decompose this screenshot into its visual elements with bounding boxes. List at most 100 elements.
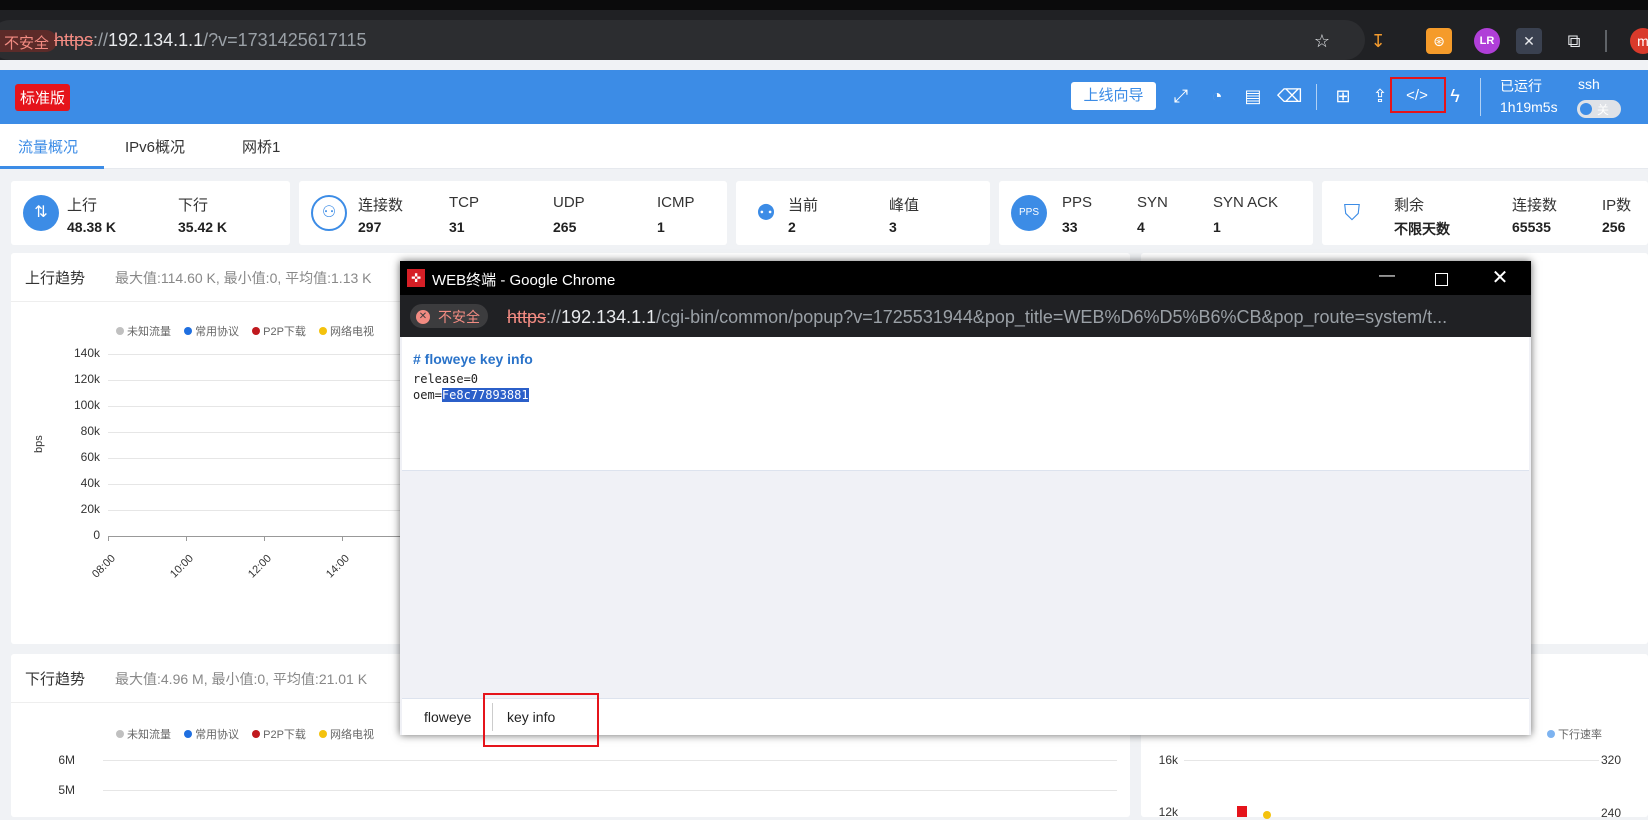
users-icon: ⚉ bbox=[756, 200, 776, 225]
upstream-stats: 最大值:114.60 K, 最小值:0, 平均值:1.13 K bbox=[115, 270, 372, 286]
users-card: ⚉ 当前 2 峰值 3 bbox=[736, 181, 990, 245]
browser-toolbar: 不安全 https://192.134.1.1/?v=1731425617115… bbox=[0, 0, 1648, 60]
y-tick-label: 5M bbox=[58, 783, 75, 797]
extensions-puzzle-icon[interactable]: ⧉ bbox=[1561, 28, 1587, 54]
x-tick bbox=[108, 536, 109, 541]
connections-value: 297 bbox=[358, 219, 382, 235]
tab-ipv6-overview[interactable]: IPv6概况 bbox=[125, 136, 185, 157]
legend-swatch bbox=[184, 730, 193, 738]
pps-value: 33 bbox=[1062, 219, 1078, 235]
close-icon[interactable]: ✕ bbox=[1488, 265, 1512, 289]
gridline bbox=[1184, 760, 1599, 761]
y-axis-label: bps bbox=[33, 435, 45, 453]
legend-item[interactable]: P2P下载 bbox=[263, 729, 306, 741]
y-tick-label: 40k bbox=[80, 476, 100, 490]
legend-swatch bbox=[184, 327, 193, 335]
udp-value: 265 bbox=[553, 219, 577, 235]
tab-strip bbox=[0, 0, 1648, 10]
web-terminal-popup: ✜ WEB终端 - Google Chrome — ✕ 不安全 ✕ https:… bbox=[400, 261, 1531, 747]
legend-item[interactable]: 常用协议 bbox=[195, 729, 239, 741]
down-label: 下行 bbox=[178, 197, 209, 214]
terminal-output[interactable]: # floweye key info release=0 oem=Fe8c778… bbox=[402, 337, 1529, 471]
y-tick-label: 320 bbox=[1600, 753, 1621, 767]
ip-count-value: 256 bbox=[1602, 219, 1626, 235]
book-icon[interactable]: ▤ bbox=[1241, 84, 1265, 108]
legend-swatch bbox=[318, 327, 327, 335]
legend-swatch bbox=[252, 730, 261, 738]
downstream-legend: 未知流量 常用协议 P2P下载 网络电视 bbox=[106, 726, 374, 742]
legend-swatch bbox=[252, 327, 261, 335]
legend-item[interactable]: 未知流量 bbox=[127, 729, 171, 741]
ssh-toggle[interactable]: 关 bbox=[1577, 100, 1621, 118]
warning-circle-icon: ✕ bbox=[416, 310, 430, 324]
legend-item[interactable]: P2P下载 bbox=[263, 326, 306, 338]
x-tick bbox=[264, 536, 265, 541]
bookmark-star-icon[interactable]: ☆ bbox=[1309, 28, 1335, 54]
app-logo-icon: ✜ bbox=[407, 269, 425, 287]
key-info-heading: # floweye key info bbox=[413, 351, 533, 367]
tab-floweye[interactable]: floweye bbox=[424, 709, 471, 725]
minimize-icon[interactable]: — bbox=[1377, 267, 1397, 287]
license-conn-value: 65535 bbox=[1512, 219, 1551, 235]
legend-item[interactable]: 下行速率 bbox=[1558, 729, 1602, 741]
extension-amazon-icon[interactable]: ↧ bbox=[1365, 28, 1391, 54]
tab-bridge1[interactable]: 网桥1 bbox=[242, 136, 280, 157]
legend-swatch bbox=[116, 730, 124, 738]
toggle-text: 关 bbox=[1597, 103, 1610, 117]
upload-icon[interactable]: ⇪ bbox=[1368, 84, 1392, 108]
remain-label: 剩余 bbox=[1394, 197, 1425, 214]
address-url[interactable]: https://192.134.1.1/?v=1731425617115 bbox=[54, 30, 366, 51]
csdn-watermark: CSDN @晚安.13 bbox=[1410, 775, 1606, 805]
maximize-icon[interactable] bbox=[1435, 273, 1448, 286]
x-tick bbox=[342, 536, 343, 541]
ssh-label: ssh bbox=[1578, 76, 1600, 92]
x-tick bbox=[186, 536, 187, 541]
extension-x-icon[interactable]: ✕ bbox=[1516, 28, 1542, 54]
rate-legend: 下行速率 bbox=[1537, 726, 1602, 742]
remain-value: 不限天数 bbox=[1394, 221, 1450, 237]
legend-item[interactable]: 未知流量 bbox=[127, 326, 171, 338]
license-conn-label: 连接数 bbox=[1512, 197, 1558, 214]
y-tick-label: 80k bbox=[80, 424, 100, 438]
online-wizard-button[interactable]: 上线向导 bbox=[1071, 82, 1156, 110]
y-tick-label: 20k bbox=[80, 502, 100, 516]
toolbar-divider bbox=[1605, 30, 1607, 52]
fullscreen-icon[interactable]: ⤢ bbox=[1169, 84, 1193, 108]
synack-label: SYN ACK bbox=[1213, 194, 1279, 211]
legend-item[interactable]: 网络电视 bbox=[330, 326, 374, 338]
connections-label: 连接数 bbox=[358, 197, 404, 214]
active-tab-indicator bbox=[0, 166, 104, 169]
profile-avatar[interactable]: m bbox=[1630, 28, 1648, 54]
selected-oem-value[interactable]: Fe8c77893881 bbox=[441, 388, 529, 402]
extension-orange-icon[interactable]: ⊛ bbox=[1426, 28, 1452, 54]
legend-item[interactable]: 常用协议 bbox=[195, 326, 239, 338]
header-divider bbox=[1316, 84, 1317, 110]
tab-traffic-overview[interactable]: 流量概况 bbox=[18, 136, 78, 157]
pps-icon: PPS bbox=[1011, 195, 1047, 231]
upstream-title: 上行趋势 bbox=[25, 270, 86, 287]
x-tick-label: 10:00 bbox=[168, 552, 196, 581]
gridline bbox=[103, 760, 1117, 761]
legend-swatch bbox=[116, 327, 124, 335]
syn-value: 4 bbox=[1137, 219, 1145, 235]
peak-value: 3 bbox=[889, 219, 897, 235]
license-card: ⛉ 剩余 不限天数 连接数 65535 IP数 256 bbox=[1322, 181, 1648, 245]
app-header: 标准版 上线向导 ⤢ ◔ ▤ ⌫ ⊞ ⇪ </> ϟ 已运行 1h19m5s s… bbox=[0, 70, 1648, 124]
current-value: 2 bbox=[788, 219, 796, 235]
ip-count-label: IP数 bbox=[1602, 197, 1632, 214]
x-tick-label: 14:00 bbox=[324, 552, 352, 581]
eraser-icon[interactable]: ⌫ bbox=[1277, 84, 1302, 108]
popup-titlebar: ✜ WEB终端 - Google Chrome — ✕ bbox=[400, 261, 1531, 295]
apps-grid-icon[interactable]: ⊞ bbox=[1331, 84, 1355, 108]
release-line: release=0 bbox=[413, 372, 479, 386]
popup-url[interactable]: https://192.134.1.1/cgi-bin/common/popup… bbox=[507, 307, 1517, 328]
dashboard-icon[interactable]: ◔ bbox=[1205, 84, 1229, 108]
y-tick-label: 16k bbox=[1158, 753, 1178, 767]
extension-lr-icon[interactable]: LR bbox=[1474, 28, 1500, 54]
shield-check-icon: ⛉ bbox=[1343, 200, 1361, 225]
flash-icon[interactable]: ϟ bbox=[1443, 84, 1467, 108]
not-secure-chip[interactable]: 不安全 bbox=[0, 30, 58, 52]
down-value: 35.42 K bbox=[178, 219, 228, 235]
edition-badge: 标准版 bbox=[15, 84, 71, 111]
legend-item[interactable]: 网络电视 bbox=[330, 729, 374, 741]
